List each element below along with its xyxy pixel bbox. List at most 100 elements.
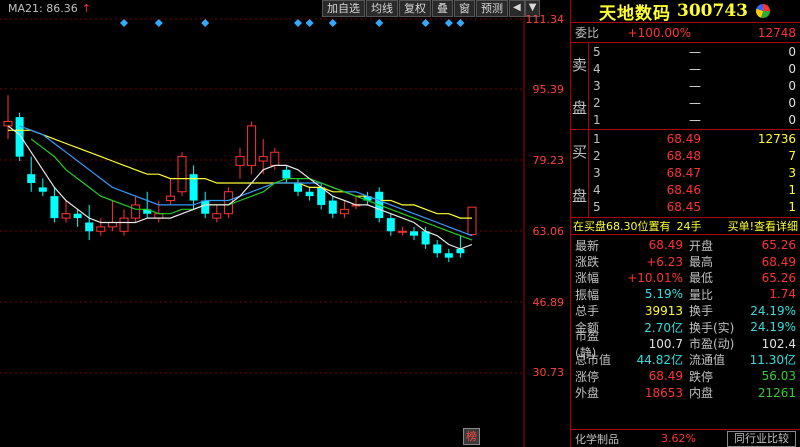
sell-level-row[interactable]: 3 — 0	[589, 77, 800, 94]
sell-volume: 0	[788, 61, 796, 76]
quote-label: 量比	[689, 287, 714, 302]
industry-name[interactable]: 化学制品	[571, 431, 619, 447]
ma-indicator-label: MA21: 86.36 ↑	[8, 2, 91, 15]
event-marker-icon	[375, 19, 384, 27]
quote-value: 44.82亿	[636, 353, 683, 368]
candle-body	[61, 213, 71, 219]
event-marker-icon	[120, 19, 128, 27]
quote-row: 涨幅 +10.01% 最低 65.26	[571, 270, 800, 286]
price-axis-label: 30.73	[532, 366, 565, 379]
sell-level-row[interactable]: 1 — 0	[589, 112, 800, 129]
kline-chart-panel[interactable]: MA21: 86.36 ↑ 加自选 均线 复权 叠 窗 预测 ◀ ▼ 111.34…	[0, 0, 570, 447]
chart-toolbar: 加自选 均线 复权 叠 窗 预测 ◀ ▼	[322, 0, 541, 17]
window-button[interactable]: 窗	[454, 0, 475, 17]
sell-book: 卖 盘 5 — 0 4 — 0 3 — 0 2 — 0 1 — 0	[571, 43, 800, 130]
quote-value: 68.49	[761, 254, 796, 269]
buy-level-row[interactable]: 1 68.49 12736	[589, 130, 800, 147]
buy-price: 68.48	[666, 148, 701, 163]
candle-body	[177, 156, 187, 193]
quote-value: 39913	[644, 303, 683, 318]
pie-chart-icon[interactable]	[755, 4, 770, 18]
quote-value: 100.7	[648, 336, 683, 351]
candle-body	[85, 222, 94, 232]
buy-price: 68.49	[666, 131, 701, 146]
candle-body	[201, 200, 210, 214]
add-watchlist-button[interactable]: 加自选	[322, 0, 365, 17]
quote-value: 24.19%	[750, 303, 796, 318]
price-axis-label: 111.34	[525, 13, 565, 26]
buy-level-row[interactable]: 2 68.48 7	[589, 147, 800, 164]
quote-row: 总市值 44.82亿 流通值 11.30亿	[571, 352, 800, 368]
order-alert-link[interactable]: 买单!查看详细	[728, 218, 798, 234]
candle-body	[305, 191, 314, 197]
quote-table: 最新 68.49 开盘 65.26 涨跌 +6.23 最高 68.49 涨幅 +10.01% 最低 6…	[571, 235, 800, 401]
buy-level: 4	[593, 183, 601, 198]
buy-level-row[interactable]: 3 68.47 3	[589, 164, 800, 181]
quote-row: 总手 39913 换手 24.19%	[571, 303, 800, 319]
candle-body	[444, 253, 453, 258]
sell-volume: 0	[788, 44, 796, 59]
quote-value: 56.03	[761, 369, 796, 384]
quote-label: 涨幅	[575, 271, 600, 286]
quote-value: +6.23	[646, 254, 683, 269]
ranking-badge[interactable]: 榜	[463, 428, 480, 445]
sell-level-row[interactable]: 5 — 0	[589, 43, 800, 60]
candle-body	[212, 213, 222, 219]
forecast-button[interactable]: 预测	[476, 0, 508, 17]
buy-volume: 7	[788, 148, 796, 163]
sell-volume: 0	[788, 96, 796, 111]
candle-body	[410, 231, 418, 236]
quote-label: 总市值	[575, 353, 612, 368]
buy-price: 68.46	[666, 183, 701, 198]
sell-level: 5	[593, 44, 601, 59]
buy-volume: 3	[788, 165, 796, 180]
candle-body	[421, 231, 430, 245]
buy-level: 2	[593, 148, 601, 163]
sell-level-row[interactable]: 4 — 0	[589, 60, 800, 77]
candle-body	[397, 230, 407, 233]
buy-volume: 1	[788, 183, 796, 198]
quote-label: 开盘	[689, 238, 714, 253]
sell-level: 1	[593, 113, 601, 128]
order-alert-row: 在买盘68.30位置有 24手 买单!查看详细	[571, 218, 800, 235]
sell-level-row[interactable]: 2 — 0	[589, 95, 800, 112]
buy-level: 3	[593, 165, 601, 180]
order-alert-hands: 24手	[676, 220, 702, 233]
event-marker-icon	[294, 19, 302, 27]
industry-pct: 3.62%	[661, 432, 696, 445]
sell-level: 4	[593, 61, 601, 76]
order-ratio-pct: +100.00%	[627, 25, 691, 40]
quote-value: +10.01%	[627, 270, 683, 285]
candle-body	[38, 187, 47, 192]
quote-label: 市盈(动)	[689, 337, 735, 352]
scroll-left-icon[interactable]: ◀	[509, 0, 525, 17]
sell-level: 2	[593, 96, 601, 111]
quote-value: 68.49	[648, 369, 683, 384]
sell-price: —	[689, 113, 701, 128]
quote-value: 24.19%	[750, 320, 796, 335]
buy-level-row[interactable]: 5 68.45 1	[589, 199, 800, 216]
candle-body	[247, 125, 257, 166]
adjust-price-button[interactable]: 复权	[399, 0, 431, 17]
quote-value: 68.49	[648, 238, 683, 253]
buy-price: 68.47	[666, 165, 701, 180]
candle-body	[328, 200, 337, 214]
quote-label: 外盘	[575, 386, 600, 401]
peer-compare-button[interactable]: 同行业比较	[727, 430, 796, 447]
sell-price: —	[689, 61, 701, 76]
quote-value: 102.4	[761, 336, 796, 351]
overlay-button[interactable]: 叠	[432, 0, 453, 17]
quote-label: 最高	[689, 255, 714, 270]
event-marker-icon	[456, 19, 465, 27]
moving-average-button[interactable]: 均线	[366, 0, 398, 17]
quote-panel: 天地数码 300743 委比 +100.00% 12748 卖 盘 5—0 4—0…	[570, 0, 800, 447]
candle-body	[15, 117, 24, 157]
kline-chart[interactable]	[0, 0, 570, 447]
quote-label: 换手	[689, 304, 714, 319]
quote-row: 涨停 68.49 跌停 56.03	[571, 368, 800, 384]
quote-row: 振幅 5.19% 量比 1.74	[571, 286, 800, 302]
buy-level-row[interactable]: 4 68.46 1	[589, 182, 800, 199]
quote-value: 65.26	[761, 270, 796, 285]
industry-footer: 化学制品 3.62% 同行业比较	[571, 429, 800, 447]
buy-level: 5	[593, 200, 601, 215]
